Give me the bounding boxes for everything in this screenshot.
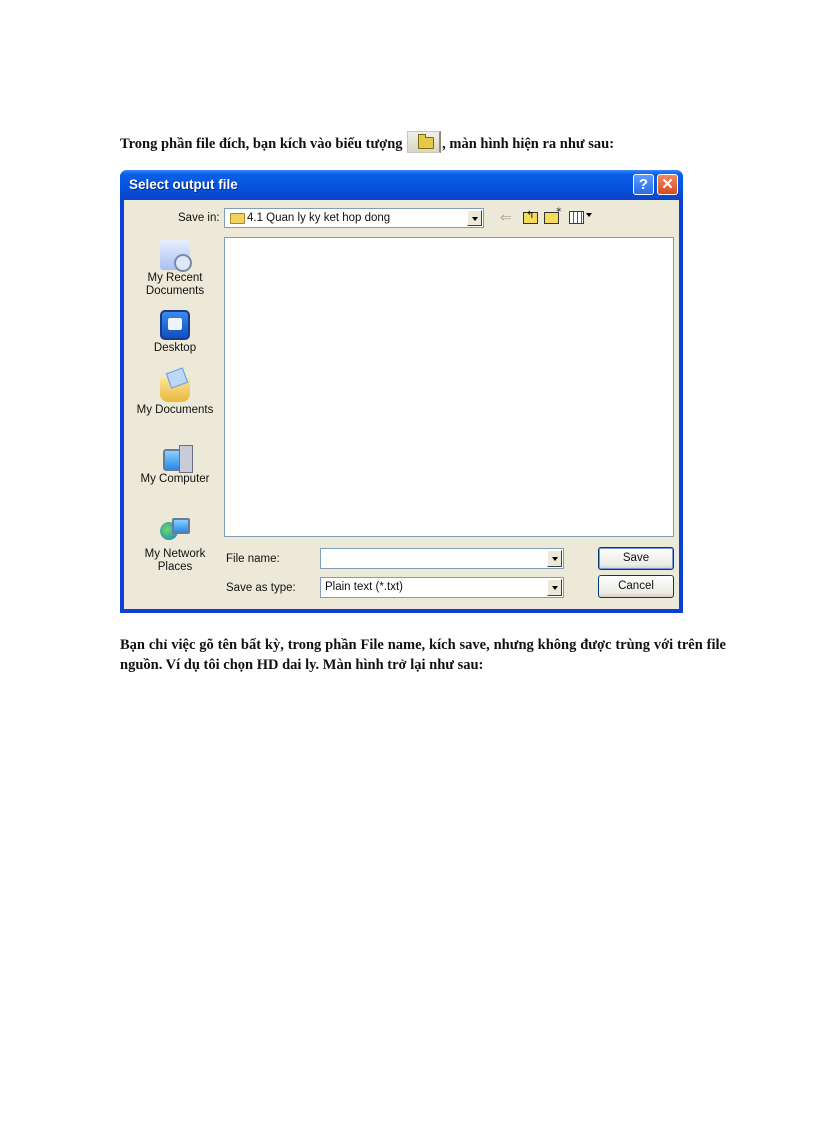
chevron-down-icon[interactable] <box>547 579 562 596</box>
save-in-label: Save in: <box>178 212 220 224</box>
file-name-label: File name: <box>226 553 280 565</box>
place-label-line2: Documents <box>145 285 205 297</box>
place-my-documents[interactable]: My Documents <box>130 374 220 417</box>
place-label: Desktop <box>153 342 197 354</box>
place-label: My Documents <box>136 404 214 416</box>
recent-documents-icon <box>160 240 192 272</box>
view-menu-caret-icon[interactable] <box>586 213 592 217</box>
save-as-type-value: Plain text (*.txt) <box>325 581 403 593</box>
save-in-dropdown[interactable]: 4.1 Quan ly ky ket hop dong <box>224 208 484 228</box>
paragraph-1-text-before: Trong phần file đích, bạn kích vào biểu … <box>120 136 403 152</box>
cancel-button[interactable]: Cancel <box>598 575 674 598</box>
place-desktop[interactable]: Desktop <box>130 310 220 355</box>
back-icon[interactable]: ⇐ <box>500 210 514 225</box>
dialog-body: Save in: 4.1 Quan ly ky ket hop dong ⇐ M… <box>124 200 679 609</box>
place-my-computer[interactable]: My Computer <box>130 445 220 486</box>
save-button[interactable]: Save <box>598 547 674 570</box>
paragraph-1-text-after: , màn hình hiện ra như sau: <box>442 136 615 152</box>
desktop-icon <box>160 310 190 340</box>
instruction-paragraph-2: Bạn chỉ việc gõ tên bất kỳ, trong phần F… <box>120 637 726 673</box>
new-folder-icon[interactable] <box>544 205 563 224</box>
title-bar[interactable]: Select output file ? ✕ <box>120 170 683 200</box>
view-menu-icon[interactable] <box>569 211 584 224</box>
save-in-value: 4.1 Quan ly ky ket hop dong <box>247 212 391 224</box>
chevron-down-icon[interactable] <box>547 550 562 567</box>
file-list[interactable] <box>224 237 674 537</box>
instruction-paragraph-1: Trong phần file đích, bạn kích vào biểu … <box>120 131 720 153</box>
place-label: My Computer <box>140 473 210 485</box>
dialog-title: Select output file <box>129 177 238 192</box>
up-folder-icon[interactable] <box>523 210 538 224</box>
place-label: My Recent <box>147 272 203 284</box>
network-places-icon <box>160 516 190 546</box>
place-label: My Network <box>144 548 206 560</box>
place-my-network-places[interactable]: My Network Places <box>130 514 220 574</box>
file-name-input[interactable] <box>320 548 564 569</box>
my-computer-icon <box>163 445 193 473</box>
save-as-type-label: Save as type: <box>226 582 296 594</box>
folder-icon <box>230 213 245 224</box>
my-documents-icon <box>160 378 190 402</box>
close-button[interactable]: ✕ <box>657 174 678 195</box>
chevron-down-icon[interactable] <box>467 210 482 226</box>
place-label-line2: Places <box>157 561 193 573</box>
save-as-type-dropdown[interactable]: Plain text (*.txt) <box>320 577 564 598</box>
place-my-recent-documents[interactable]: My Recent Documents <box>130 240 220 298</box>
help-button[interactable]: ? <box>633 174 654 195</box>
open-folder-icon <box>407 131 442 153</box>
select-output-file-dialog: Select output file ? ✕ Save in: 4.1 Quan… <box>120 170 683 613</box>
